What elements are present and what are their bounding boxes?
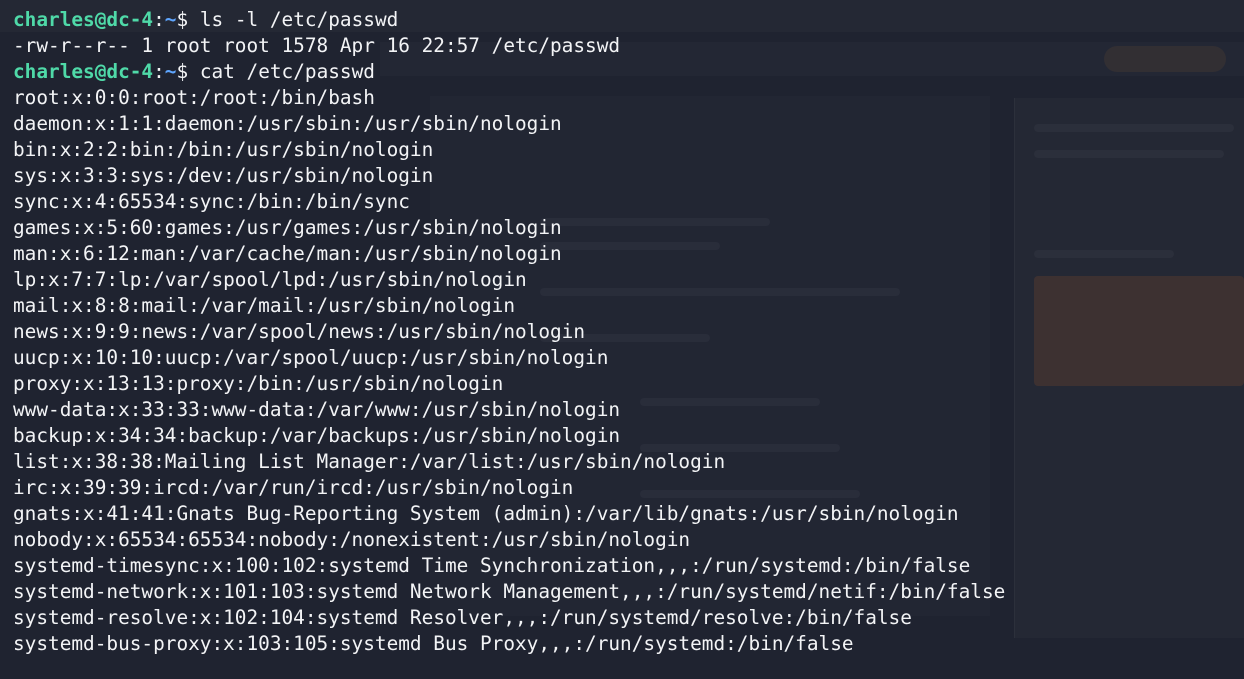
prompt-separator: : <box>153 8 165 31</box>
output-line: root:x:0:0:root:/root:/bin/bash <box>13 86 375 109</box>
output-line: bin:x:2:2:bin:/bin:/usr/sbin/nologin <box>13 138 434 161</box>
output-line: news:x:9:9:news:/var/spool/news:/usr/sbi… <box>13 320 586 343</box>
output-line: nobody:x:65534:65534:nobody:/nonexistent… <box>13 528 691 551</box>
prompt-symbol: $ <box>176 8 189 31</box>
output-line: list:x:38:38:Mailing List Manager:/var/l… <box>13 450 726 473</box>
prompt-separator: : <box>153 60 165 83</box>
command-text: cat /etc/passwd <box>188 60 375 83</box>
prompt-path: ~ <box>164 8 177 31</box>
output-line: -rw-r--r-- 1 root root 1578 Apr 16 22:57… <box>13 34 621 57</box>
output-line: www-data:x:33:33:www-data:/var/www:/usr/… <box>13 398 621 421</box>
output-line: gnats:x:41:41:Gnats Bug-Reporting System… <box>13 502 959 525</box>
output-line: games:x:5:60:games:/usr/games:/usr/sbin/… <box>13 216 562 239</box>
prompt-line: charles@dc-4:~$ ls -l /etc/passwd <box>13 7 1244 33</box>
output-line: man:x:6:12:man:/var/cache/man:/usr/sbin/… <box>13 242 562 265</box>
output-line: backup:x:34:34:backup:/var/backups:/usr/… <box>13 424 621 447</box>
output-line: sync:x:4:65534:sync:/bin:/bin/sync <box>13 190 410 213</box>
output-line: sys:x:3:3:sys:/dev:/usr/sbin/nologin <box>13 164 434 187</box>
output-line: daemon:x:1:1:daemon:/usr/sbin:/usr/sbin/… <box>13 112 562 135</box>
terminal-output[interactable]: charles@dc-4:~$ ls -l /etc/passwd -rw-r--… <box>0 0 1244 657</box>
output-line: proxy:x:13:13:proxy:/bin:/usr/sbin/nolog… <box>13 372 504 395</box>
output-line: mail:x:8:8:mail:/var/mail:/usr/sbin/nolo… <box>13 294 515 317</box>
output-line: systemd-resolve:x:102:104:systemd Resolv… <box>13 606 912 629</box>
prompt-user-host: charles@dc-4 <box>13 60 154 83</box>
prompt-line: charles@dc-4:~$ cat /etc/passwd <box>13 59 1244 85</box>
terminal-window[interactable]: charles@dc-4:~$ ls -l /etc/passwd -rw-r--… <box>0 0 1244 679</box>
output-line: systemd-network:x:101:103:systemd Networ… <box>13 580 1006 603</box>
output-line: lp:x:7:7:lp:/var/spool/lpd:/usr/sbin/nol… <box>13 268 527 291</box>
output-line: systemd-bus-proxy:x:103:105:systemd Bus … <box>13 632 854 655</box>
prompt-user-host: charles@dc-4 <box>13 8 154 31</box>
prompt-symbol: $ <box>176 60 189 83</box>
command-text: ls -l /etc/passwd <box>188 8 399 31</box>
output-line: systemd-timesync:x:100:102:systemd Time … <box>13 554 971 577</box>
output-line: uucp:x:10:10:uucp:/var/spool/uucp:/usr/s… <box>13 346 609 369</box>
prompt-path: ~ <box>164 60 177 83</box>
output-line: irc:x:39:39:ircd:/var/run/ircd:/usr/sbin… <box>13 476 574 499</box>
